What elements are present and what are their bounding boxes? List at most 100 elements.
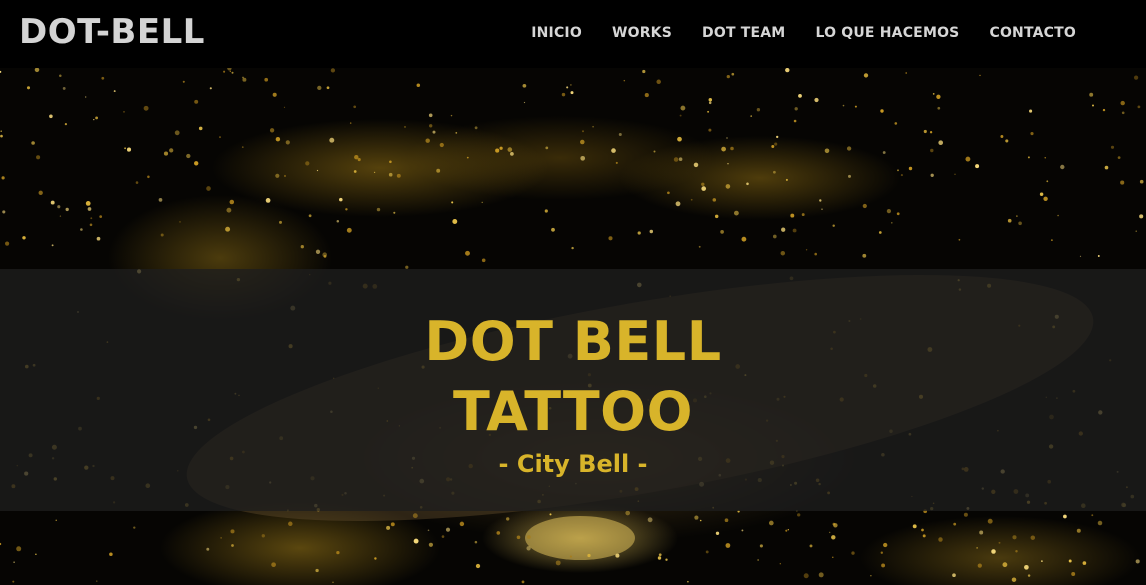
gold-particle — [979, 74, 981, 77]
gold-particle — [62, 86, 66, 90]
gold-particle — [225, 226, 231, 232]
gold-particle — [896, 212, 900, 216]
gold-particle — [316, 169, 319, 172]
gold-particle — [109, 552, 113, 556]
gold-particle — [714, 214, 719, 219]
gold-particle — [863, 73, 869, 78]
gold-particle — [701, 182, 705, 186]
gold-particle — [1015, 550, 1018, 553]
gold-particle — [938, 537, 943, 542]
gold-particle — [332, 581, 334, 583]
gold-particle — [833, 523, 838, 528]
main-nav: INICIO WORKS DOT TEAM LO QUE HACEMOS CON… — [531, 22, 1076, 44]
gold-particle — [721, 146, 726, 152]
gold-particle — [1, 176, 5, 180]
nav-link-inicio[interactable]: INICIO — [531, 25, 582, 41]
gold-particle — [781, 227, 786, 232]
gold-particle — [1060, 164, 1065, 170]
gold-particle — [283, 174, 287, 178]
gold-particle — [1039, 192, 1044, 197]
gold-particle — [759, 544, 763, 548]
gold-particle — [882, 151, 886, 154]
gold-particle — [698, 245, 701, 248]
gold-particle — [346, 227, 352, 233]
gold-particle — [59, 215, 62, 217]
gold-particle — [353, 170, 357, 173]
gold-particle — [135, 181, 139, 184]
gold-particle — [851, 551, 855, 555]
gold-particle — [694, 515, 699, 520]
gold-particle — [390, 522, 395, 527]
gold-particle — [1011, 577, 1017, 582]
gold-particle — [582, 130, 584, 133]
gold-particle — [339, 197, 343, 202]
gold-particle — [99, 215, 103, 218]
gold-particle — [143, 105, 149, 111]
gold-particle — [731, 72, 735, 76]
gold-particle — [785, 529, 788, 532]
gold-particle — [445, 527, 451, 532]
gold-particle — [679, 114, 682, 117]
nav-link-lo-que-hacemos[interactable]: LO QUE HACEMOS — [815, 25, 959, 41]
gold-particle — [862, 203, 867, 209]
gold-particle — [658, 553, 662, 557]
gold-particle — [186, 153, 191, 159]
gold-particle — [880, 551, 883, 554]
gold-particle — [842, 104, 845, 107]
gold-particle — [750, 115, 753, 117]
gold-particle — [705, 550, 709, 554]
gold-particle — [439, 142, 444, 148]
gold-particle — [930, 173, 934, 177]
gold-particle — [330, 68, 336, 73]
hero-title-band: DOT BELL TATTOO - City Bell - — [0, 269, 1146, 511]
nav-link-works[interactable]: WORKS — [612, 25, 672, 41]
gold-particle — [1092, 104, 1094, 107]
gold-particle — [936, 94, 941, 99]
gold-particle — [829, 531, 831, 534]
gold-particle — [976, 547, 978, 549]
gold-particle — [687, 580, 689, 583]
gold-particle — [653, 150, 656, 153]
gold-particle — [975, 164, 980, 169]
gold-particle — [677, 136, 682, 142]
gold-particle — [521, 580, 525, 584]
gold-particle — [95, 116, 99, 120]
gold-particle — [1082, 561, 1087, 565]
gold-particle — [1000, 135, 1004, 138]
gold-particle — [814, 252, 817, 256]
gold-particle — [160, 233, 164, 237]
gold-particle — [611, 148, 616, 153]
gold-particle — [1007, 218, 1012, 223]
gold-particle — [0, 542, 2, 546]
gold-particle — [787, 529, 789, 531]
gold-particle — [393, 211, 396, 214]
gold-particle — [1030, 132, 1034, 136]
brand-logo-link[interactable]: DOT-BELL — [19, 12, 205, 52]
gold-particle — [824, 148, 830, 154]
gold-particle — [699, 519, 702, 522]
gold-particle — [741, 236, 747, 242]
gold-particle — [174, 130, 180, 136]
gold-particle — [451, 201, 454, 204]
gold-particle — [452, 219, 458, 224]
gold-particle — [5, 241, 10, 246]
gold-particle — [133, 526, 136, 529]
gold-particle — [1133, 75, 1139, 80]
nav-link-contacto[interactable]: CONTACTO — [989, 25, 1076, 41]
gold-particle — [618, 132, 622, 137]
gold-particle — [317, 85, 322, 91]
gold-particle — [113, 90, 116, 93]
gold-particle — [90, 217, 93, 220]
gold-particle — [772, 234, 777, 239]
gold-particle — [55, 519, 57, 521]
gold-particle — [886, 208, 892, 214]
gold-particle — [220, 537, 222, 539]
gold-particle — [963, 512, 968, 517]
gold-particle — [0, 70, 2, 73]
gold-particle — [182, 80, 185, 83]
gold-particle — [720, 230, 724, 234]
gold-particle — [608, 236, 613, 241]
nav-link-dot-team[interactable]: DOT TEAM — [702, 25, 785, 41]
gold-particle — [264, 77, 269, 82]
gold-particle — [977, 563, 982, 568]
